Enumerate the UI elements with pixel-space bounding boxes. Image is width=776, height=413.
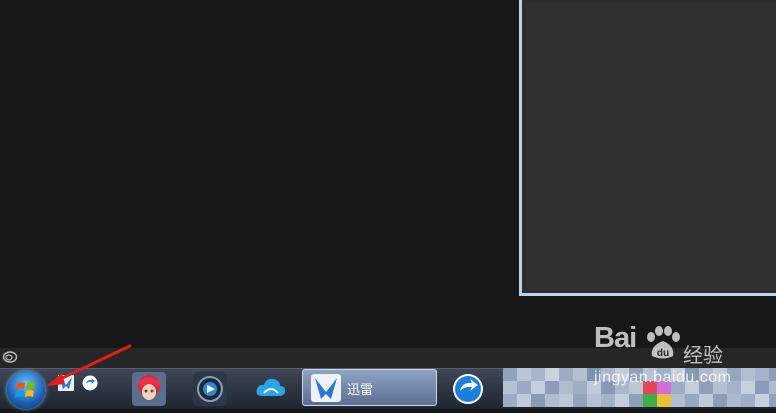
task-button-label: 迅雷 bbox=[347, 383, 374, 398]
anime-game-icon[interactable] bbox=[132, 372, 166, 406]
window-content bbox=[526, 3, 776, 289]
baidu-paw-icon: du bbox=[647, 326, 680, 359]
blue-arrow-browser-icon[interactable] bbox=[451, 372, 485, 406]
cloud-icon[interactable] bbox=[254, 372, 288, 406]
watermark-brand-cn: 经验 bbox=[683, 343, 723, 367]
video-player-icon[interactable] bbox=[193, 372, 227, 406]
open-window[interactable] bbox=[519, 0, 776, 296]
watermark-url: jingyan.baidu.com bbox=[594, 369, 732, 386]
svg-text:du: du bbox=[657, 348, 669, 359]
xunlei-bird-icon bbox=[311, 374, 341, 402]
annotation-arrow bbox=[46, 344, 132, 386]
creative-cloud-icon[interactable] bbox=[2, 350, 18, 364]
watermark-brand: Bai bbox=[594, 322, 637, 354]
xunlei-task-button[interactable]: 迅雷 bbox=[302, 369, 437, 406]
